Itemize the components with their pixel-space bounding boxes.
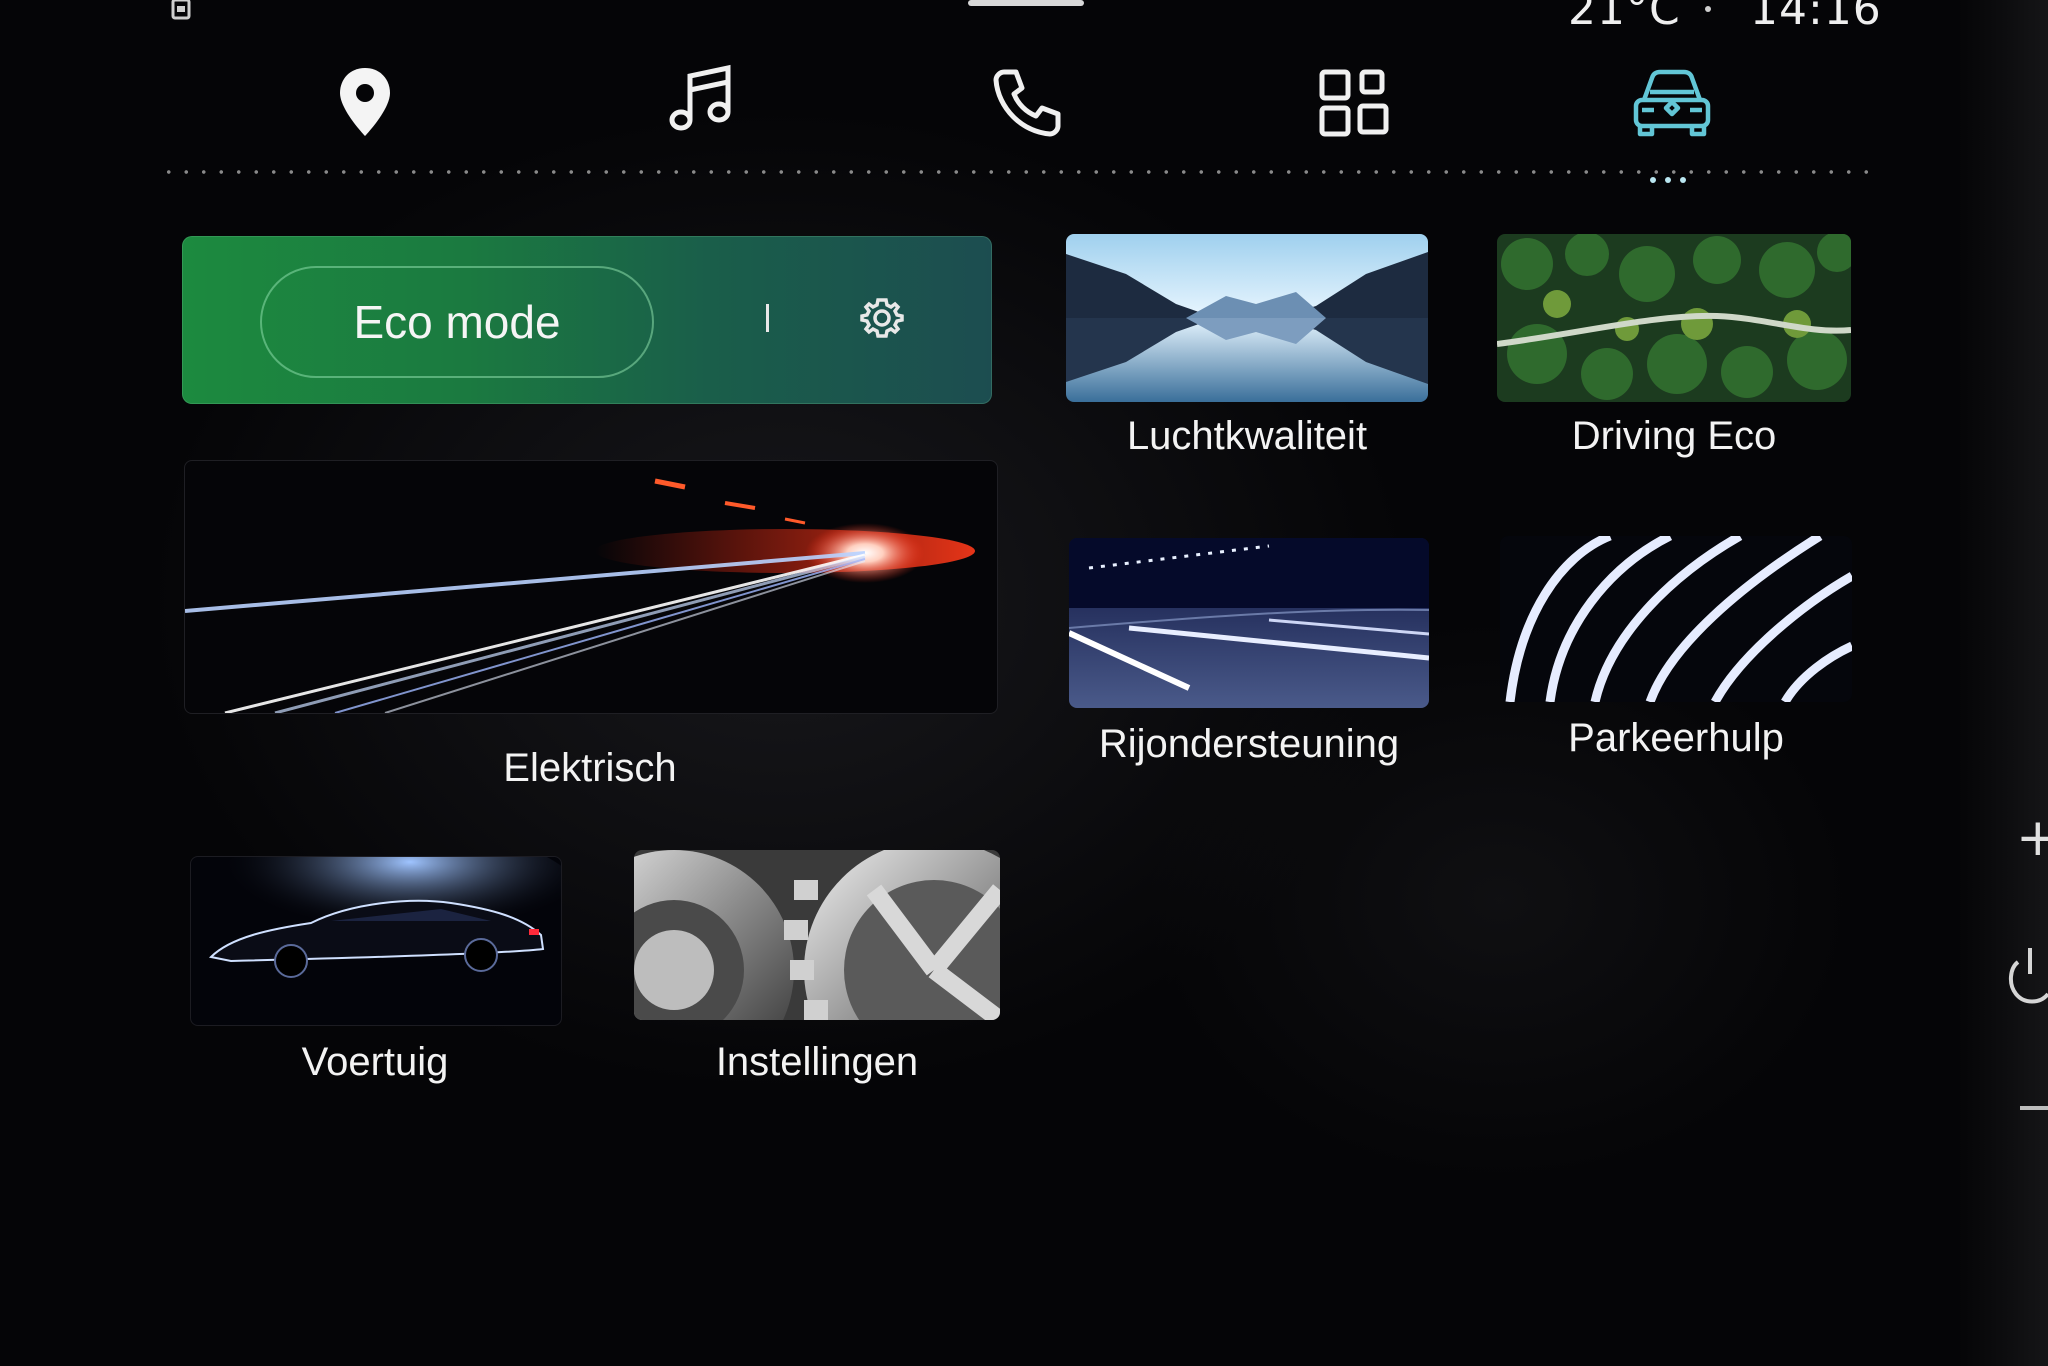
- tile-parkeerhulp[interactable]: Parkeerhulp: [1500, 536, 1852, 776]
- screen-bezel: [1958, 0, 2048, 1366]
- infotainment-screen: 21°C 14:16 Eco mode Luchtkwaliteit Drivi…: [0, 0, 2048, 1366]
- arcs-image: [1500, 536, 1852, 702]
- tile-instellingen-label: Instellingen: [715, 1040, 919, 1084]
- eco-mode-toggle[interactable]: [766, 304, 769, 332]
- apps-grid-icon[interactable]: [1316, 62, 1396, 142]
- music-note-icon[interactable]: [660, 62, 740, 142]
- car-silhouette-image: [190, 856, 562, 1026]
- status-separator: [1705, 6, 1711, 12]
- tile-luchtkwaliteit[interactable]: Luchtkwaliteit: [1066, 234, 1428, 464]
- volume-down-button[interactable]: [2020, 1106, 2048, 1110]
- power-icon[interactable]: [2006, 944, 2048, 1008]
- tile-parkeerhulp-label: Parkeerhulp: [1568, 716, 1784, 760]
- car-icon[interactable]: [1630, 62, 1714, 142]
- light-trails-image: [184, 460, 998, 714]
- tile-rijondersteuning[interactable]: Rijondersteuning: [1069, 538, 1429, 778]
- eco-mode-button[interactable]: Eco mode: [260, 266, 654, 378]
- tile-voertuig[interactable]: Voertuig: [190, 856, 562, 1096]
- active-tab-indicator: [1650, 168, 1698, 183]
- volume-up-button[interactable]: +: [2016, 808, 2048, 868]
- forest-road-image: [1497, 234, 1851, 402]
- tile-driving-eco[interactable]: Driving Eco: [1497, 234, 1851, 464]
- eco-mode-card: Eco mode: [182, 236, 992, 404]
- clock: 14:16: [1750, 0, 1882, 35]
- tile-driving-eco-label: Driving Eco: [1571, 414, 1777, 458]
- notification-handle[interactable]: [968, 0, 1084, 6]
- tile-elektrisch-label: Elektrisch: [503, 746, 677, 790]
- map-pin-icon[interactable]: [325, 62, 405, 142]
- tile-instellingen[interactable]: Instellingen: [634, 850, 1000, 1090]
- lake-reflection-image: [1066, 234, 1428, 402]
- outside-temperature: 21°C: [1568, 0, 1681, 35]
- gear-icon[interactable]: [858, 294, 906, 342]
- tile-luchtkwaliteit-label: Luchtkwaliteit: [1126, 414, 1368, 458]
- tile-elektrisch[interactable]: Elektrisch: [184, 460, 998, 800]
- gears-image: [634, 850, 1000, 1020]
- tunnel-road-image: [1069, 538, 1429, 708]
- nav-divider: [160, 170, 1870, 174]
- phone-icon[interactable]: [988, 62, 1068, 142]
- tile-voertuig-label: Voertuig: [301, 1040, 449, 1084]
- tile-rijondersteuning-label: Rijondersteuning: [1098, 722, 1400, 766]
- charging-icon: [170, 0, 196, 22]
